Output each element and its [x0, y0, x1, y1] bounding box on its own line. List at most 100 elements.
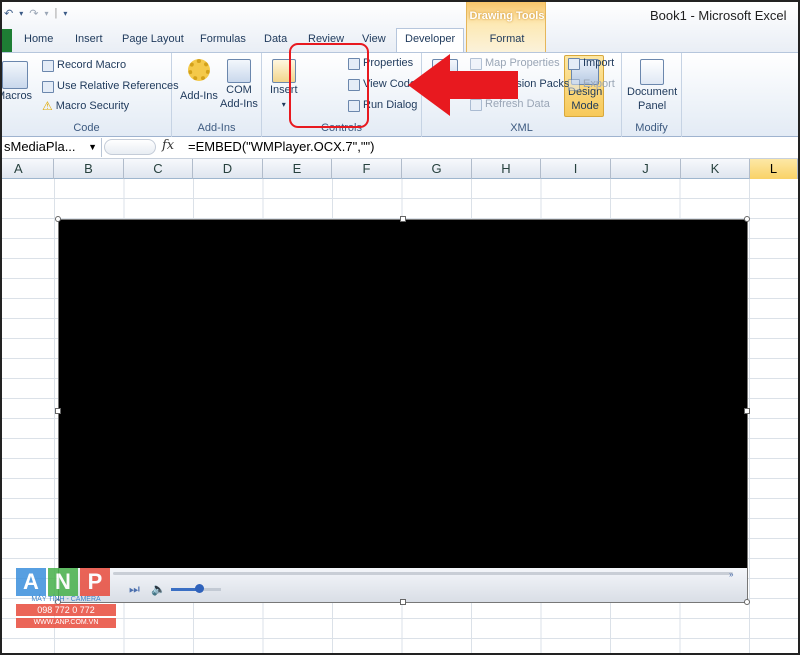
watermark-phone: 098 772 0 772	[16, 604, 116, 616]
name-box-value: sMediaPla...	[4, 139, 76, 154]
video-area[interactable]	[59, 220, 747, 568]
column-headers: A B C D E F G H I J K L	[2, 159, 798, 179]
import-label: Import	[583, 57, 615, 69]
document-panel-label-2: Panel	[638, 100, 667, 112]
chevron-down-icon[interactable]: ▼	[88, 138, 97, 156]
expand-icon[interactable]: »	[729, 570, 733, 579]
column-header[interactable]: I	[541, 159, 611, 179]
excel-window: ↶ ▾ ↷ ▾ | ▾ Book1 - Microsoft Excel Draw…	[0, 0, 800, 655]
watermark-letter: A	[16, 568, 46, 596]
chevron-down-icon[interactable]: ▾	[19, 9, 23, 18]
resize-handle[interactable]	[55, 408, 61, 414]
arrow-left-icon	[408, 54, 518, 116]
document-panel-icon	[640, 59, 665, 85]
column-header[interactable]: C	[124, 159, 193, 179]
macros-button[interactable]: Macros	[2, 61, 32, 103]
export-button[interactable]: Export	[568, 78, 615, 91]
group-xml-label: XML	[510, 122, 533, 134]
use-relative-references-button[interactable]: Use Relative References	[42, 80, 179, 93]
resize-handle[interactable]	[744, 216, 750, 222]
macro-security-button[interactable]: ⚠ Macro Security	[42, 100, 129, 113]
document-panel-button[interactable]: Document Panel	[627, 59, 677, 113]
warning-icon: ⚠	[42, 99, 53, 113]
design-mode-highlight	[289, 43, 369, 128]
window-title: Book1 - Microsoft Excel	[650, 8, 787, 23]
com-add-ins-button[interactable]: COM Add-Ins	[220, 59, 258, 111]
column-header[interactable]: E	[263, 159, 332, 179]
tab-home[interactable]: Home	[24, 29, 53, 52]
add-ins-gear-icon	[187, 59, 210, 81]
record-macro-label: Record Macro	[57, 59, 127, 71]
export-label: Export	[583, 78, 615, 90]
use-relative-label: Use Relative References	[57, 80, 179, 92]
macros-icon	[2, 61, 29, 89]
ribbon-tabs: Home Insert Page Layout Formulas Data Re…	[2, 28, 798, 52]
drawing-tools-label: Drawing Tools	[469, 10, 545, 22]
group-code-label: Code	[73, 122, 100, 134]
name-box[interactable]: sMediaPla... ▼	[2, 138, 102, 157]
formula-bar-handle[interactable]	[104, 139, 156, 155]
customize-qat-icon[interactable]: ▾	[63, 9, 67, 18]
relative-references-icon	[42, 80, 54, 93]
ribbon: Macros Record Macro Use Relative Referen…	[2, 52, 798, 137]
formula-bar: sMediaPla... ▼ fx =EMBED("WMPlayer.OCX.7…	[2, 137, 798, 159]
record-macro-button[interactable]: Record Macro	[42, 59, 126, 72]
resize-handle[interactable]	[744, 599, 750, 605]
chevron-down-icon[interactable]: ▾	[44, 9, 48, 18]
seek-bar[interactable]	[113, 572, 733, 575]
tab-developer[interactable]: Developer	[396, 28, 465, 52]
add-ins-button[interactable]: Add-Ins	[180, 59, 218, 103]
column-header[interactable]: B	[54, 159, 124, 179]
com-add-ins-label-1: COM	[226, 84, 252, 96]
import-icon	[568, 57, 580, 70]
resize-handle[interactable]	[744, 408, 750, 414]
watermark-web: WWW.ANP.COM.VN	[16, 618, 116, 628]
column-header-selected[interactable]: L	[750, 159, 798, 179]
qat-separator: |	[54, 7, 58, 19]
undo-icon[interactable]: ↶	[4, 7, 13, 20]
watermark-tagline: MÁY TÍNH - CAMERA	[31, 596, 101, 603]
player-controls: ⏭ 🔈 »	[59, 568, 747, 602]
import-button[interactable]: Import	[568, 57, 614, 70]
column-header[interactable]: K	[681, 159, 750, 179]
watermark-letter: N	[48, 568, 78, 596]
com-add-ins-icon	[226, 59, 251, 83]
export-icon	[568, 78, 580, 91]
watermark-letter: P	[80, 568, 110, 596]
group-modify-label: Modify	[635, 122, 668, 134]
column-header[interactable]: G	[402, 159, 472, 179]
quick-access-toolbar: ↶ ▾ ↷ ▾ | ▾	[2, 6, 67, 20]
insert-function-icon[interactable]: fx	[162, 138, 174, 153]
column-header[interactable]: H	[472, 159, 541, 179]
group-add-ins-label: Add-Ins	[197, 122, 236, 134]
redo-icon[interactable]: ↷	[29, 7, 38, 20]
column-header[interactable]: D	[193, 159, 263, 179]
record-macro-icon	[42, 59, 54, 72]
tab-data[interactable]: Data	[264, 29, 287, 52]
watermark-logo: A N P	[16, 568, 116, 596]
volume-icon[interactable]: 🔈	[151, 582, 166, 596]
resize-handle[interactable]	[400, 216, 406, 222]
tab-formulas[interactable]: Formulas	[200, 29, 246, 52]
resize-handle[interactable]	[400, 599, 406, 605]
column-header[interactable]: A	[2, 159, 54, 179]
group-modify: Document Panel Modify	[622, 53, 682, 137]
macro-security-label: Macro Security	[55, 100, 130, 112]
properties-label: Properties	[363, 57, 414, 69]
media-player-object[interactable]: ⏭ 🔈 »	[55, 216, 750, 605]
group-add-ins: Add-Ins COM Add-Ins Add-Ins	[172, 53, 262, 137]
tab-page-layout[interactable]: Page Layout	[122, 29, 184, 52]
document-panel-label-1: Document	[627, 86, 678, 98]
next-icon[interactable]: ⏭	[129, 582, 140, 597]
macros-label: Macros	[2, 90, 33, 102]
column-header[interactable]: J	[611, 159, 681, 179]
resize-handle[interactable]	[55, 216, 61, 222]
chevron-down-icon: ▾	[281, 100, 286, 109]
column-header[interactable]: F	[332, 159, 402, 179]
tab-insert[interactable]: Insert	[75, 29, 103, 52]
com-add-ins-label-2: Add-Ins	[220, 98, 258, 110]
title-bar: ↶ ▾ ↷ ▾ | ▾ Book1 - Microsoft Excel Draw…	[2, 2, 798, 52]
volume-knob[interactable]	[195, 584, 204, 593]
add-ins-label: Add-Ins	[180, 90, 218, 102]
formula-input[interactable]: =EMBED("WMPlayer.OCX.7","")	[188, 139, 374, 154]
